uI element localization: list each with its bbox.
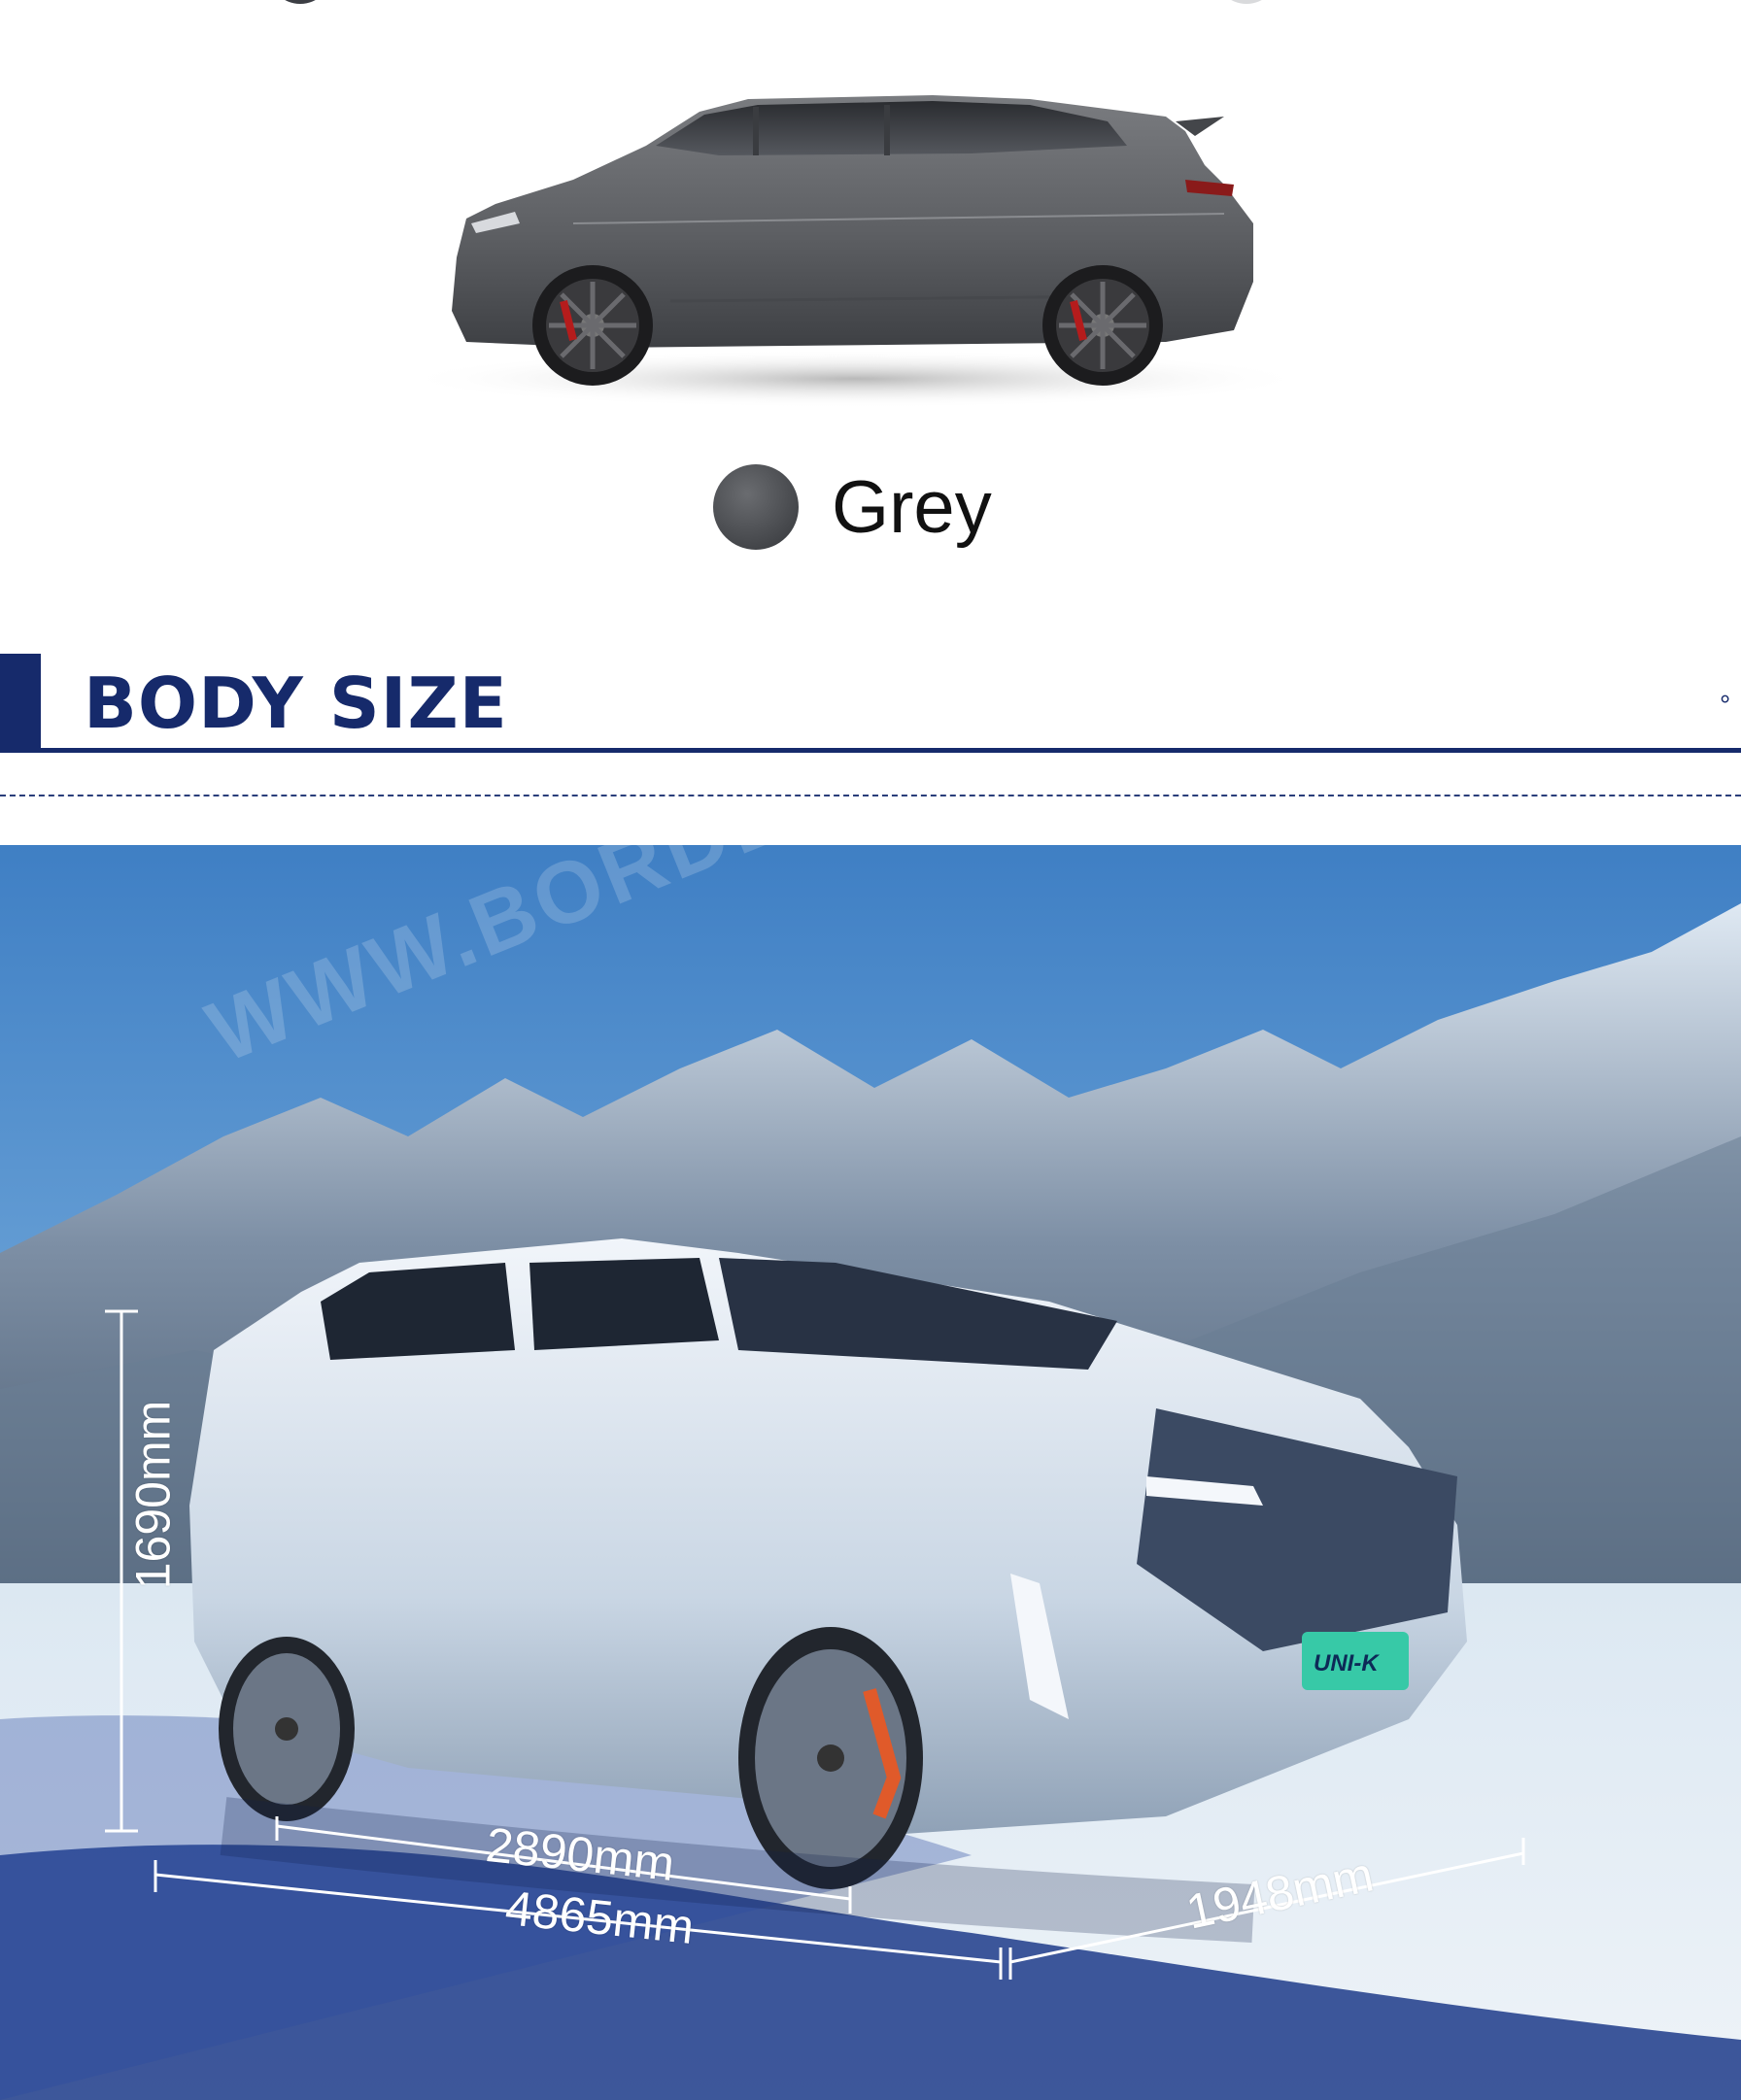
front-wheel bbox=[1042, 265, 1163, 386]
rear-wheel bbox=[532, 265, 653, 386]
color-option-grey[interactable]: Grey bbox=[713, 464, 992, 552]
front-wheel-photo bbox=[738, 1627, 923, 1889]
section-accent-bar bbox=[0, 654, 41, 751]
section-title: BODY SIZE bbox=[84, 662, 508, 744]
section-underline bbox=[0, 748, 1741, 753]
grey-swatch bbox=[713, 464, 799, 550]
section-marker: ° bbox=[1720, 690, 1731, 720]
grey-car-side-view-image bbox=[427, 95, 1312, 408]
body-size-photo: UNI-K WWW.BORDERLESSCAR.CO bbox=[0, 845, 1741, 2100]
color-option-label: Grey bbox=[832, 465, 992, 549]
height-dimension-label: 1690mm bbox=[125, 1400, 181, 1590]
model-badge-text: UNI-K bbox=[1314, 1650, 1380, 1677]
color-swatch-partial-right[interactable] bbox=[1214, 0, 1279, 4]
dashed-divider bbox=[0, 795, 1741, 796]
rear-wheel-photo bbox=[219, 1637, 355, 1821]
color-swatch-partial-left[interactable] bbox=[268, 0, 332, 4]
